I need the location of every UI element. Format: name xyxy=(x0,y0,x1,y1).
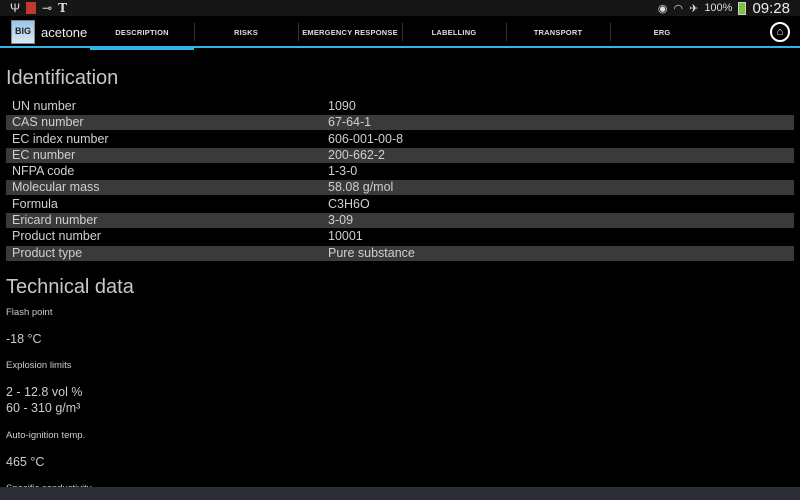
clock: 09:28 xyxy=(752,0,790,17)
table-row: EC index number 606-001-00-8 xyxy=(6,132,794,148)
battery-percent: 100% xyxy=(704,2,733,14)
table-row: Formula C3H6O xyxy=(6,197,794,213)
explosion-limits-vol: 2 - 12.8 vol % xyxy=(6,385,83,399)
row-label: Formula xyxy=(12,196,58,211)
tab-risks[interactable]: RISKS xyxy=(194,16,298,48)
row-value: 3-09 xyxy=(328,213,354,228)
status-bar: Ψ ⊸ T ◉ ◠ ✈ 100% 09:28 xyxy=(0,0,800,17)
row-label: Molecular mass xyxy=(12,180,100,195)
airplane-icon: ✈ xyxy=(689,2,699,15)
tab-erg[interactable]: ERG xyxy=(610,16,714,48)
app-logo[interactable]: BIG xyxy=(11,20,35,44)
technical-data-heading: Technical data xyxy=(6,276,134,298)
row-label: Ericard number xyxy=(12,213,98,228)
tab-description[interactable]: DESCRIPTION xyxy=(90,16,194,50)
identification-table: UN number 1090 CAS number 67-64-1 EC index… xyxy=(6,99,794,262)
row-label: Product number xyxy=(12,229,101,244)
key-icon: ⊸ xyxy=(42,1,53,15)
row-value: 1-3-0 xyxy=(328,164,358,179)
table-row: Ericard number 3-09 xyxy=(6,213,794,229)
flash-point-label: Flash point xyxy=(6,307,53,318)
row-value: C3H6O xyxy=(328,196,370,211)
row-value: 606-001-00-8 xyxy=(328,131,404,146)
app-notification-icon xyxy=(26,2,37,14)
row-value: 1090 xyxy=(328,99,356,113)
row-label: NFPA code xyxy=(12,164,75,179)
row-label: EC number xyxy=(12,147,76,162)
tab-bar: DESCRIPTION RISKS EMERGENCY RESPONSE LAB… xyxy=(90,16,714,50)
row-label: CAS number xyxy=(12,115,84,130)
row-label: EC index number xyxy=(12,131,109,146)
flash-point-value: -18 °C xyxy=(6,332,42,346)
wifi-icon: ◠ xyxy=(673,2,684,15)
row-value: 67-64-1 xyxy=(328,115,372,130)
table-row: Product number 10001 xyxy=(6,229,794,245)
nyt-icon: T xyxy=(58,1,68,15)
row-value: Pure substance xyxy=(328,245,415,260)
eye-icon: ◉ xyxy=(657,2,668,15)
row-value: 10001 xyxy=(328,229,363,244)
explosion-limits-label: Explosion limits xyxy=(6,360,72,371)
table-row: CAS number 67-64-1 xyxy=(6,115,794,131)
battery-icon xyxy=(738,1,747,15)
tab-emergency-response[interactable]: EMERGENCY RESPONSE xyxy=(298,16,402,48)
row-label: Product type xyxy=(12,245,83,260)
tab-transport[interactable]: TRANSPORT xyxy=(506,16,610,48)
row-value: 200-662-2 xyxy=(328,147,385,162)
app-title: acetone xyxy=(41,25,88,40)
row-label: UN number xyxy=(12,99,76,113)
table-row: UN number 1090 xyxy=(6,99,794,115)
auto-ignition-label: Auto-ignition temp. xyxy=(6,430,86,441)
usb-icon: Ψ xyxy=(10,1,21,15)
navigation-bar xyxy=(0,487,800,500)
table-row: Molecular mass 58.08 g/mol xyxy=(6,180,794,196)
row-value: 58.08 g/mol xyxy=(328,180,394,195)
explosion-limits-mass: 60 - 310 g/m³ xyxy=(6,401,81,415)
auto-ignition-value: 465 °C xyxy=(6,455,45,469)
table-row: NFPA code 1-3-0 xyxy=(6,164,794,180)
action-bar: BIG acetone DESCRIPTION RISKS EMERGENCY … xyxy=(0,16,800,50)
identification-heading: Identification xyxy=(6,67,119,89)
home-icon[interactable]: ⌂ xyxy=(770,22,790,42)
table-row: Product type Pure substance xyxy=(6,245,794,262)
table-row: EC number 200-662-2 xyxy=(6,147,794,164)
tab-labelling[interactable]: LABELLING xyxy=(402,16,506,48)
